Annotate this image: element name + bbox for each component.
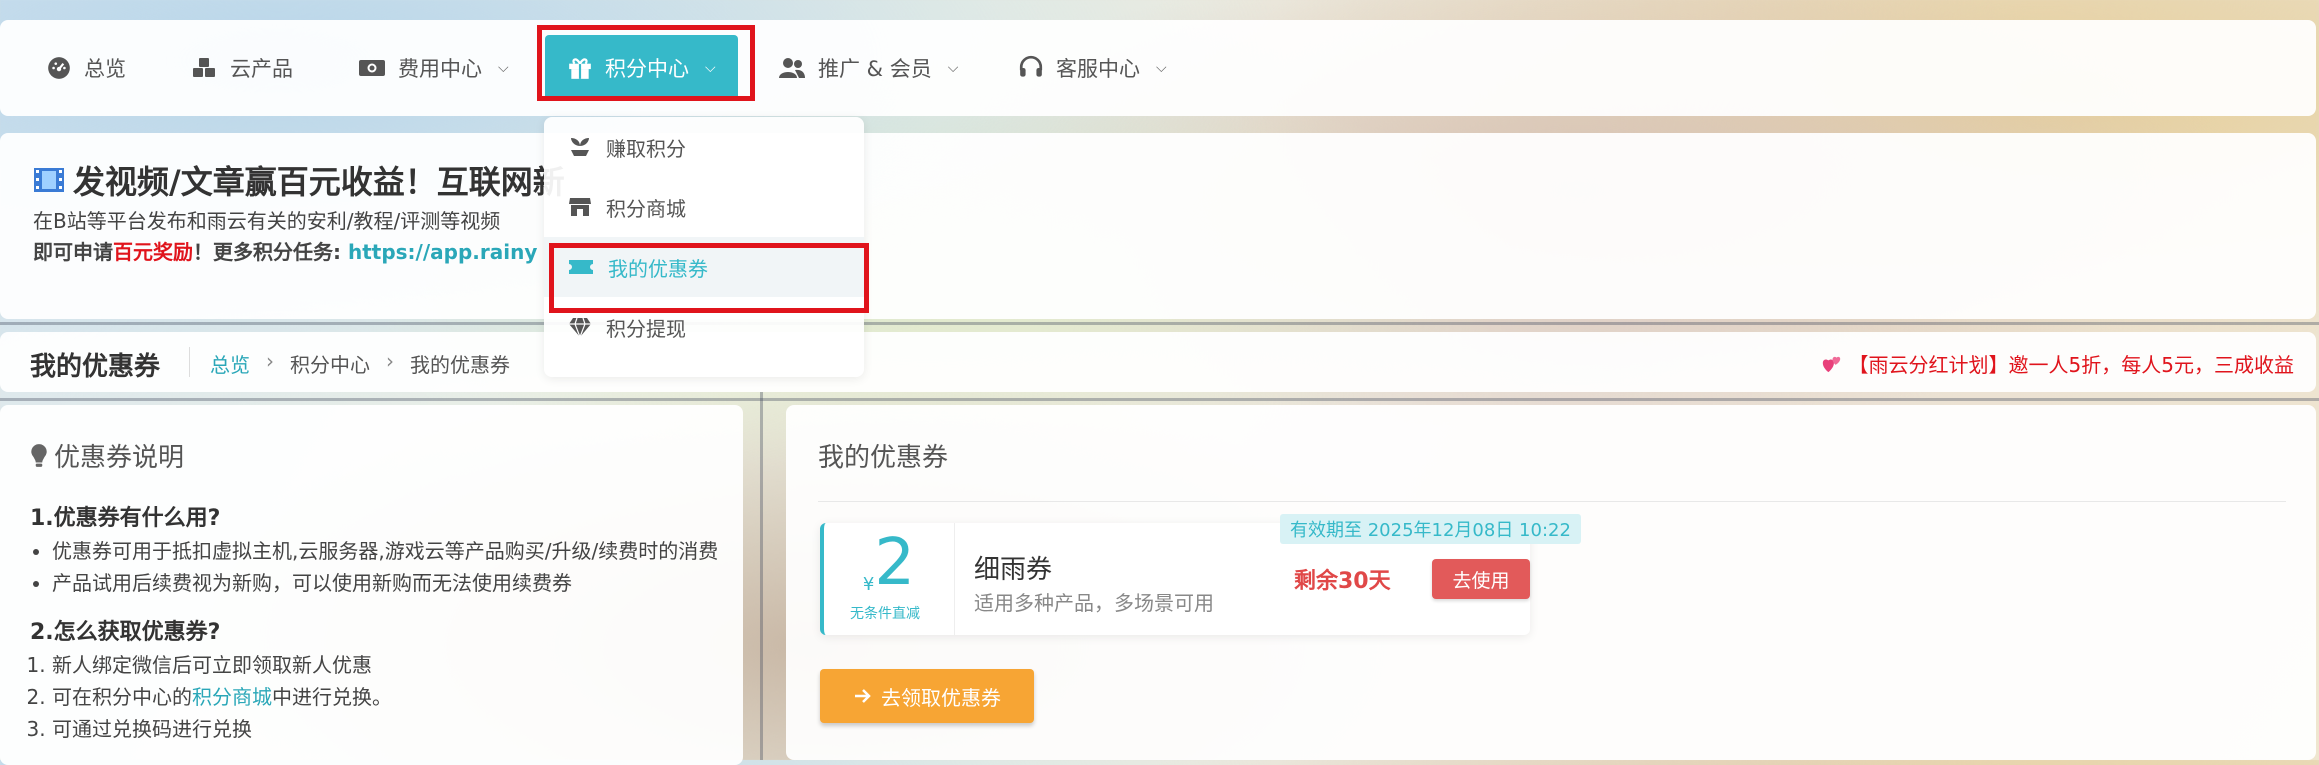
coupon-name: 细雨券 — [974, 555, 1053, 585]
list-item: 优惠券可用于抵扣虚拟主机,云服务器,游戏云等产品购买/升级/续费时的消费 — [52, 535, 720, 567]
headset-icon — [1019, 55, 1043, 77]
nav-support-label: 客服中心 — [1056, 57, 1140, 81]
dashboard-icon — [48, 57, 70, 79]
gem-icon — [569, 317, 591, 338]
coupon-info-panel: 优惠券说明 1.优惠券有什么用? 优惠券可用于抵扣虚拟主机,云服务器,游戏云等产… — [0, 405, 743, 765]
menu-item-earn-points[interactable]: 赚取积分 — [544, 117, 864, 177]
faq-answer-1: 优惠券可用于抵扣虚拟主机,云服务器,游戏云等产品购买/升级/续费时的消费 产品试… — [30, 535, 720, 599]
nav-promotion[interactable]: 推广 & 会员 ⌵ — [778, 20, 958, 116]
hearts-icon — [1822, 356, 1840, 372]
points-shop-link[interactable]: 积分商城 — [192, 685, 272, 709]
seedling-icon — [571, 138, 589, 156]
list-item-text: 中进行兑换。 — [272, 685, 392, 709]
list-item: 产品试用后续费视为新购，可以使用新购而无法使用续费券 — [52, 567, 720, 599]
banner-title-text: 发视频/文章赢百元收益！互联网新 — [73, 163, 565, 201]
highlight-box — [537, 25, 755, 101]
divider — [954, 523, 955, 635]
coupon-card: ¥2 无条件直减 细雨券 适用多种产品，多场景可用 有效期至 2025年12月0… — [820, 514, 1581, 635]
coupon-remaining-days: 剩余30天 — [1294, 569, 1391, 594]
nav-overview[interactable]: 总览 — [46, 20, 126, 116]
banner-cta-prefix: 即可申请 — [33, 240, 113, 264]
page-title: 我的优惠券 — [30, 352, 161, 382]
use-coupon-button[interactable]: 去使用 — [1432, 559, 1530, 599]
users-icon — [779, 58, 805, 78]
coupon-amount: ¥2 — [844, 531, 934, 595]
get-coupon-button[interactable]: 去领取优惠券 — [820, 669, 1034, 723]
nav-billing[interactable]: 费用中心 ⌵ — [358, 20, 509, 116]
banner-description: 在B站等平台发布和雨云有关的安利/教程/评测等视频 — [33, 209, 501, 233]
coupon-info-body: 1.优惠券有什么用? 优惠券可用于抵扣虚拟主机,云服务器,游戏云等产品购买/升级… — [30, 503, 720, 745]
breadcrumb-separator: › — [386, 349, 394, 373]
list-item: 可通过兑换码进行兑换 — [52, 713, 720, 745]
money-bill-icon — [359, 60, 385, 76]
nav-support[interactable]: 客服中心 ⌵ — [1018, 20, 1167, 116]
background-art — [0, 398, 2319, 401]
breadcrumb-home[interactable]: 总览 — [210, 349, 250, 378]
banner-cta-middle: ！更多积分任务: — [193, 240, 348, 264]
nav-cloud-products[interactable]: 云产品 — [190, 20, 293, 116]
menu-item-points-shop[interactable]: 积分商城 — [544, 177, 864, 237]
list-item: 新人绑定微信后可立即领取新人优惠 — [52, 649, 720, 681]
nav-overview-label: 总览 — [84, 57, 126, 81]
banner-task-link[interactable]: https://app.rainy — [348, 240, 537, 264]
faq-question-1: 1.优惠券有什么用? — [30, 506, 221, 531]
store-icon — [569, 198, 591, 216]
background-art — [760, 392, 763, 760]
promo-text: 【雨云分红计划】邀一人5折，每人5元，三成收益 — [1848, 353, 2294, 377]
breadcrumb-level1[interactable]: 积分中心 — [290, 349, 370, 378]
film-icon — [34, 168, 64, 192]
divider — [818, 501, 2286, 502]
banner-cta: 即可申请百元奖励！更多积分任务: https://app.rainy — [33, 236, 537, 265]
chevron-down-icon: ⌵ — [1156, 60, 1167, 76]
announcement-banner: 发视频/文章赢百元收益！互联网新 在B站等平台发布和雨云有关的安利/教程/评测等… — [0, 133, 2316, 319]
chevron-down-icon: ⌵ — [498, 60, 509, 76]
coupon-info-title: 优惠券说明 — [30, 437, 184, 474]
menu-item-label: 赚取积分 — [606, 136, 686, 161]
banner-cta-highlight: 百元奖励 — [113, 240, 193, 264]
cubes-icon — [193, 58, 215, 77]
coupon-value: 2 — [874, 526, 916, 600]
coupon-expiry-badge: 有效期至 2025年12月08日 10:22 — [1280, 514, 1581, 544]
menu-item-label: 积分商城 — [606, 196, 686, 221]
nav-billing-label: 费用中心 — [398, 57, 482, 81]
background-art — [0, 322, 2319, 325]
faq-question-2: 2.怎么获取优惠券? — [30, 620, 221, 645]
faq-answer-2: 新人绑定微信后可立即领取新人优惠 可在积分中心的积分商城中进行兑换。 可通过兑换… — [30, 649, 720, 745]
my-coupons-panel: 我的优惠券 ¥2 无条件直减 细雨券 适用多种产品，多场景可用 有效期至 202… — [786, 405, 2316, 760]
promo-link[interactable]: 【雨云分红计划】邀一人5折，每人5元，三成收益 — [1821, 349, 2294, 378]
coupon-description: 适用多种产品，多场景可用 — [974, 591, 1214, 615]
divider — [189, 347, 190, 377]
breadcrumb-current: 我的优惠券 — [410, 353, 510, 377]
breadcrumb-separator: › — [266, 349, 274, 373]
menu-item-label: 积分提现 — [606, 316, 686, 341]
lightbulb-icon — [31, 443, 47, 467]
arrow-right-icon — [855, 689, 871, 703]
coupon-info-title-text: 优惠券说明 — [54, 443, 185, 473]
nav-promotion-label: 推广 & 会员 — [818, 57, 932, 81]
breadcrumb-bar: 我的优惠券 总览 › 积分中心 › 我的优惠券 【雨云分红计划】邀一人5折，每人… — [0, 332, 2316, 392]
my-coupons-title: 我的优惠券 — [818, 443, 949, 473]
breadcrumb: 总览 › 积分中心 › 我的优惠券 — [210, 349, 510, 378]
list-item-text: 可在积分中心的 — [52, 685, 192, 709]
highlight-box — [549, 243, 869, 313]
chevron-down-icon: ⌵ — [947, 60, 959, 76]
top-nav: 总览 云产品 费用中心 ⌵ 积分中心 ⌵ 推广 & 会员 ⌵ 客服中心 ⌵ — [0, 20, 2316, 116]
banner-title: 发视频/文章赢百元收益！互联网新 — [33, 157, 565, 203]
coupon-condition: 无条件直减 — [850, 606, 920, 622]
nav-cloud-products-label: 云产品 — [230, 57, 293, 81]
get-coupon-label: 去领取优惠券 — [881, 685, 1001, 710]
coupon-currency: ¥ — [862, 574, 875, 595]
list-item: 可在积分中心的积分商城中进行兑换。 — [52, 681, 720, 713]
